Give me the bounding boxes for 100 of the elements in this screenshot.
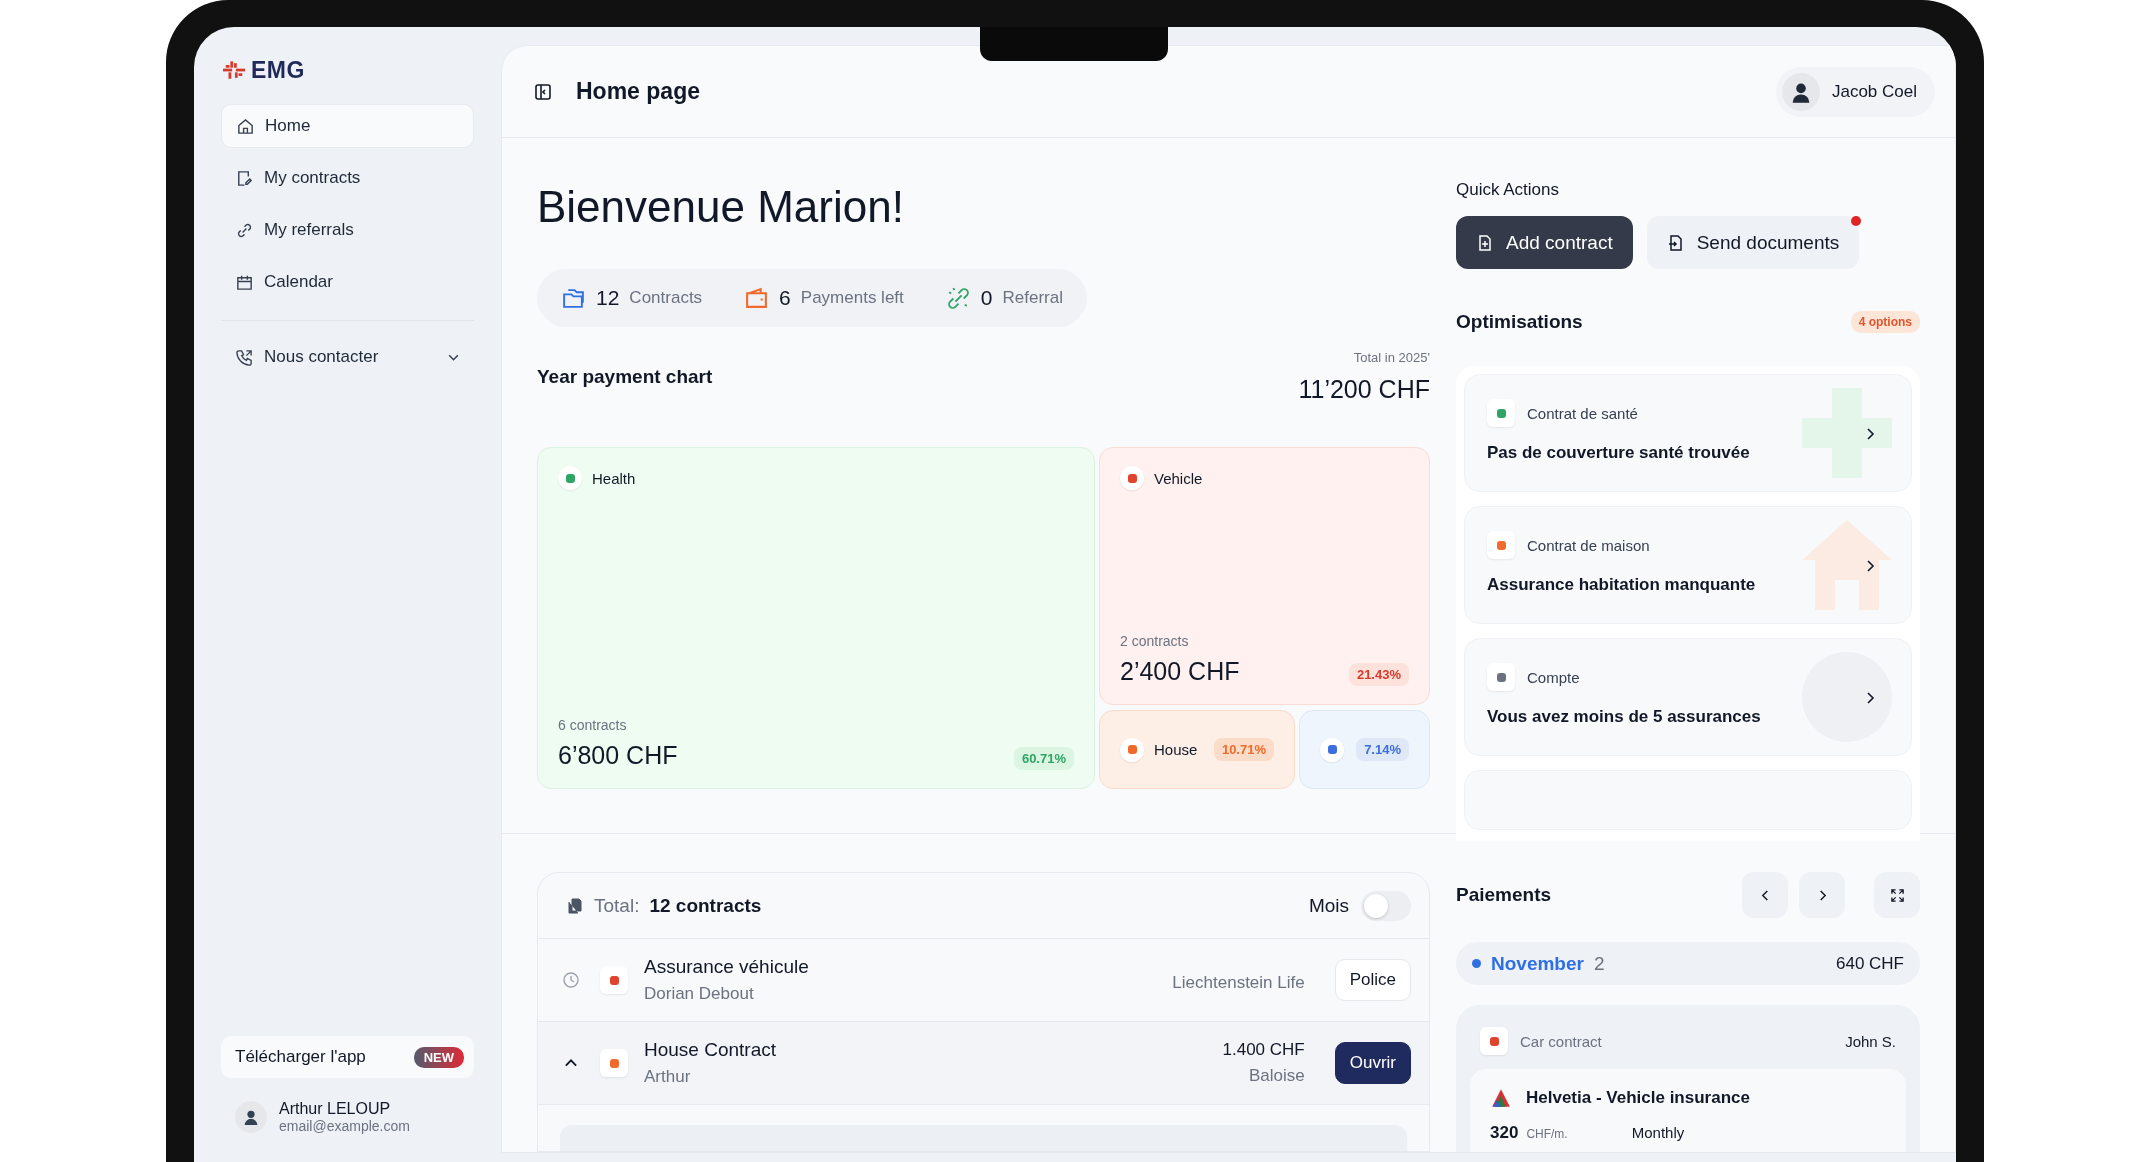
user-name: Arthur LELOUP: [279, 1100, 392, 1118]
document-arrow-icon: [1666, 233, 1685, 252]
percent-badge: 21.43%: [1348, 663, 1409, 686]
insurer-name: Baloise: [1248, 1066, 1305, 1086]
avatar: [1781, 72, 1820, 111]
optimisation-card[interactable]: Contrat de santé Pas de couverture santé trouvée: [1464, 374, 1912, 492]
send-documents-button[interactable]: Send documents: [1646, 216, 1860, 269]
contract-title: House Contract: [644, 1039, 777, 1061]
stat-label: Payments left: [800, 288, 904, 308]
open-button[interactable]: Ouvrir: [1334, 1042, 1411, 1084]
home-icon: [236, 116, 255, 136]
total-label: Total:: [594, 894, 640, 917]
total-label: Total in 2025': [1353, 350, 1430, 365]
optimisation-text: Assurance habitation manquante: [1487, 575, 1757, 595]
stat-label: Contracts: [629, 288, 703, 308]
nav-item[interactable]: My referrals: [221, 208, 474, 252]
download-app-label: Télécharger l'app: [235, 1047, 366, 1067]
category-tile[interactable]: House 10.71%: [1099, 710, 1295, 789]
document-plus-icon: [1476, 233, 1494, 252]
optimisation-text: Pas de couverture santé trouvée: [1487, 443, 1751, 463]
insurer-name: Liechtenstein Life: [1172, 973, 1305, 993]
chevron-left-icon: [1760, 888, 1770, 902]
month-name: November: [1491, 952, 1584, 975]
stat-label: Referral: [1002, 288, 1063, 308]
documents-icon: [566, 896, 584, 915]
payment-count: 2: [1593, 952, 1605, 975]
dot-icon: [1472, 959, 1481, 968]
category-amount: 2’400 CHF: [1120, 657, 1240, 686]
category-icon: [558, 466, 582, 490]
contact-menu[interactable]: Nous contacter: [221, 335, 474, 379]
chevron-right-icon: [1865, 427, 1875, 441]
document-pen-icon: [235, 168, 254, 188]
percent-badge: 10.71%: [1213, 738, 1274, 761]
wallet-icon: [744, 285, 770, 311]
category-icon: [600, 966, 628, 994]
category-label: Contrat de maison: [1527, 536, 1650, 554]
user-menu[interactable]: Jacob Coel: [1775, 66, 1935, 117]
avatar: [235, 1101, 267, 1133]
month-row[interactable]: November 2 640 CHF: [1456, 942, 1920, 985]
contract-row[interactable]: House Contract Arthur 1.400 CHF Baloise Ouvrir: [538, 1022, 1429, 1105]
category-icon: [1320, 737, 1344, 762]
policy-button[interactable]: Police: [1334, 959, 1411, 1001]
logo-text: EMG: [251, 57, 305, 84]
percent-badge: 60.71%: [1013, 747, 1074, 770]
percent-badge: 7.14%: [1356, 738, 1409, 761]
payment-frequency: Monthly: [1631, 1124, 1685, 1141]
download-app-banner[interactable]: Télécharger l'app NEW: [221, 1036, 474, 1078]
month-total: 640 CHF: [1835, 953, 1904, 974]
category-label: Contrat de santé: [1527, 404, 1638, 422]
broken-link-icon: [945, 285, 971, 311]
chevron-right-icon: [1817, 888, 1827, 902]
nav-item[interactable]: Calendar: [221, 260, 474, 304]
optimisations-title: Optimisations: [1456, 311, 1583, 333]
sidebar-toggle-icon[interactable]: [534, 82, 552, 101]
category-tile[interactable]: 7.14%: [1299, 710, 1430, 789]
contract-count: 6 contracts: [558, 717, 628, 733]
category-label: Vehicle: [1154, 469, 1204, 487]
chevron-right-icon: [1865, 691, 1875, 705]
category-tile[interactable]: Vehicle 2 contracts 2’400 CHF 21.43%: [1099, 447, 1430, 705]
user-email: email@example.com: [279, 1118, 410, 1134]
contract-count: 2 contracts: [1120, 633, 1190, 649]
options-badge: 4 options: [1850, 311, 1920, 333]
contract-type: Car contract: [1520, 1032, 1602, 1050]
contract-title: Assurance véhicule: [644, 956, 810, 978]
category-icon: [1120, 737, 1144, 762]
contract-holder: Dorian Debout: [644, 984, 755, 1004]
payments-title: Paiements: [1456, 884, 1552, 906]
payment-unit: CHF/m.: [1526, 1127, 1568, 1141]
holder-name: John S.: [1845, 1032, 1896, 1050]
optimisation-card[interactable]: Compte Vous avez moins de 5 assurances: [1464, 638, 1912, 756]
category-icon: [600, 1049, 628, 1077]
stat-value: 0: [980, 286, 993, 310]
nav-item[interactable]: My contracts: [221, 156, 474, 200]
page-title: Home page: [576, 78, 700, 105]
notification-dot: [1851, 216, 1862, 226]
insurer-logo-icon: [1490, 1087, 1512, 1109]
total-contracts: 12 contracts: [649, 894, 762, 917]
add-contract-button[interactable]: Add contract: [1456, 216, 1633, 269]
optimisation-card[interactable]: Contrat de maison Assurance habitation manquante: [1464, 506, 1912, 624]
category-tile[interactable]: Health 6 contracts 6’800 CHF 60.71%: [537, 447, 1095, 789]
optimisation-text: Vous avez moins de 5 assurances: [1487, 707, 1762, 727]
contract-amount: 1.400 CHF: [1222, 1040, 1305, 1060]
category-label: Compte: [1527, 668, 1580, 686]
total-amount: 11’200 CHF: [1298, 375, 1430, 404]
expand-icon: [1889, 887, 1905, 903]
category-label: House: [1154, 741, 1199, 758]
logo-icon: [223, 61, 245, 80]
stat-value: 12: [596, 286, 620, 310]
contract-holder: Arthur: [644, 1067, 692, 1087]
category-icon: [1487, 399, 1515, 427]
insurance-title: Helvetia - Vehicle insurance: [1526, 1088, 1750, 1108]
payment-amount: 320: [1490, 1123, 1519, 1143]
chevron-right-icon: [1865, 559, 1875, 573]
new-badge: NEW: [413, 1046, 464, 1068]
nav-item[interactable]: Home: [221, 104, 474, 148]
category-icon: [1120, 466, 1144, 490]
category-label: Health: [592, 469, 637, 487]
month-toggle[interactable]: [1361, 890, 1411, 921]
toggle-label: Mois: [1308, 894, 1349, 917]
expand-button[interactable]: [1874, 872, 1920, 918]
